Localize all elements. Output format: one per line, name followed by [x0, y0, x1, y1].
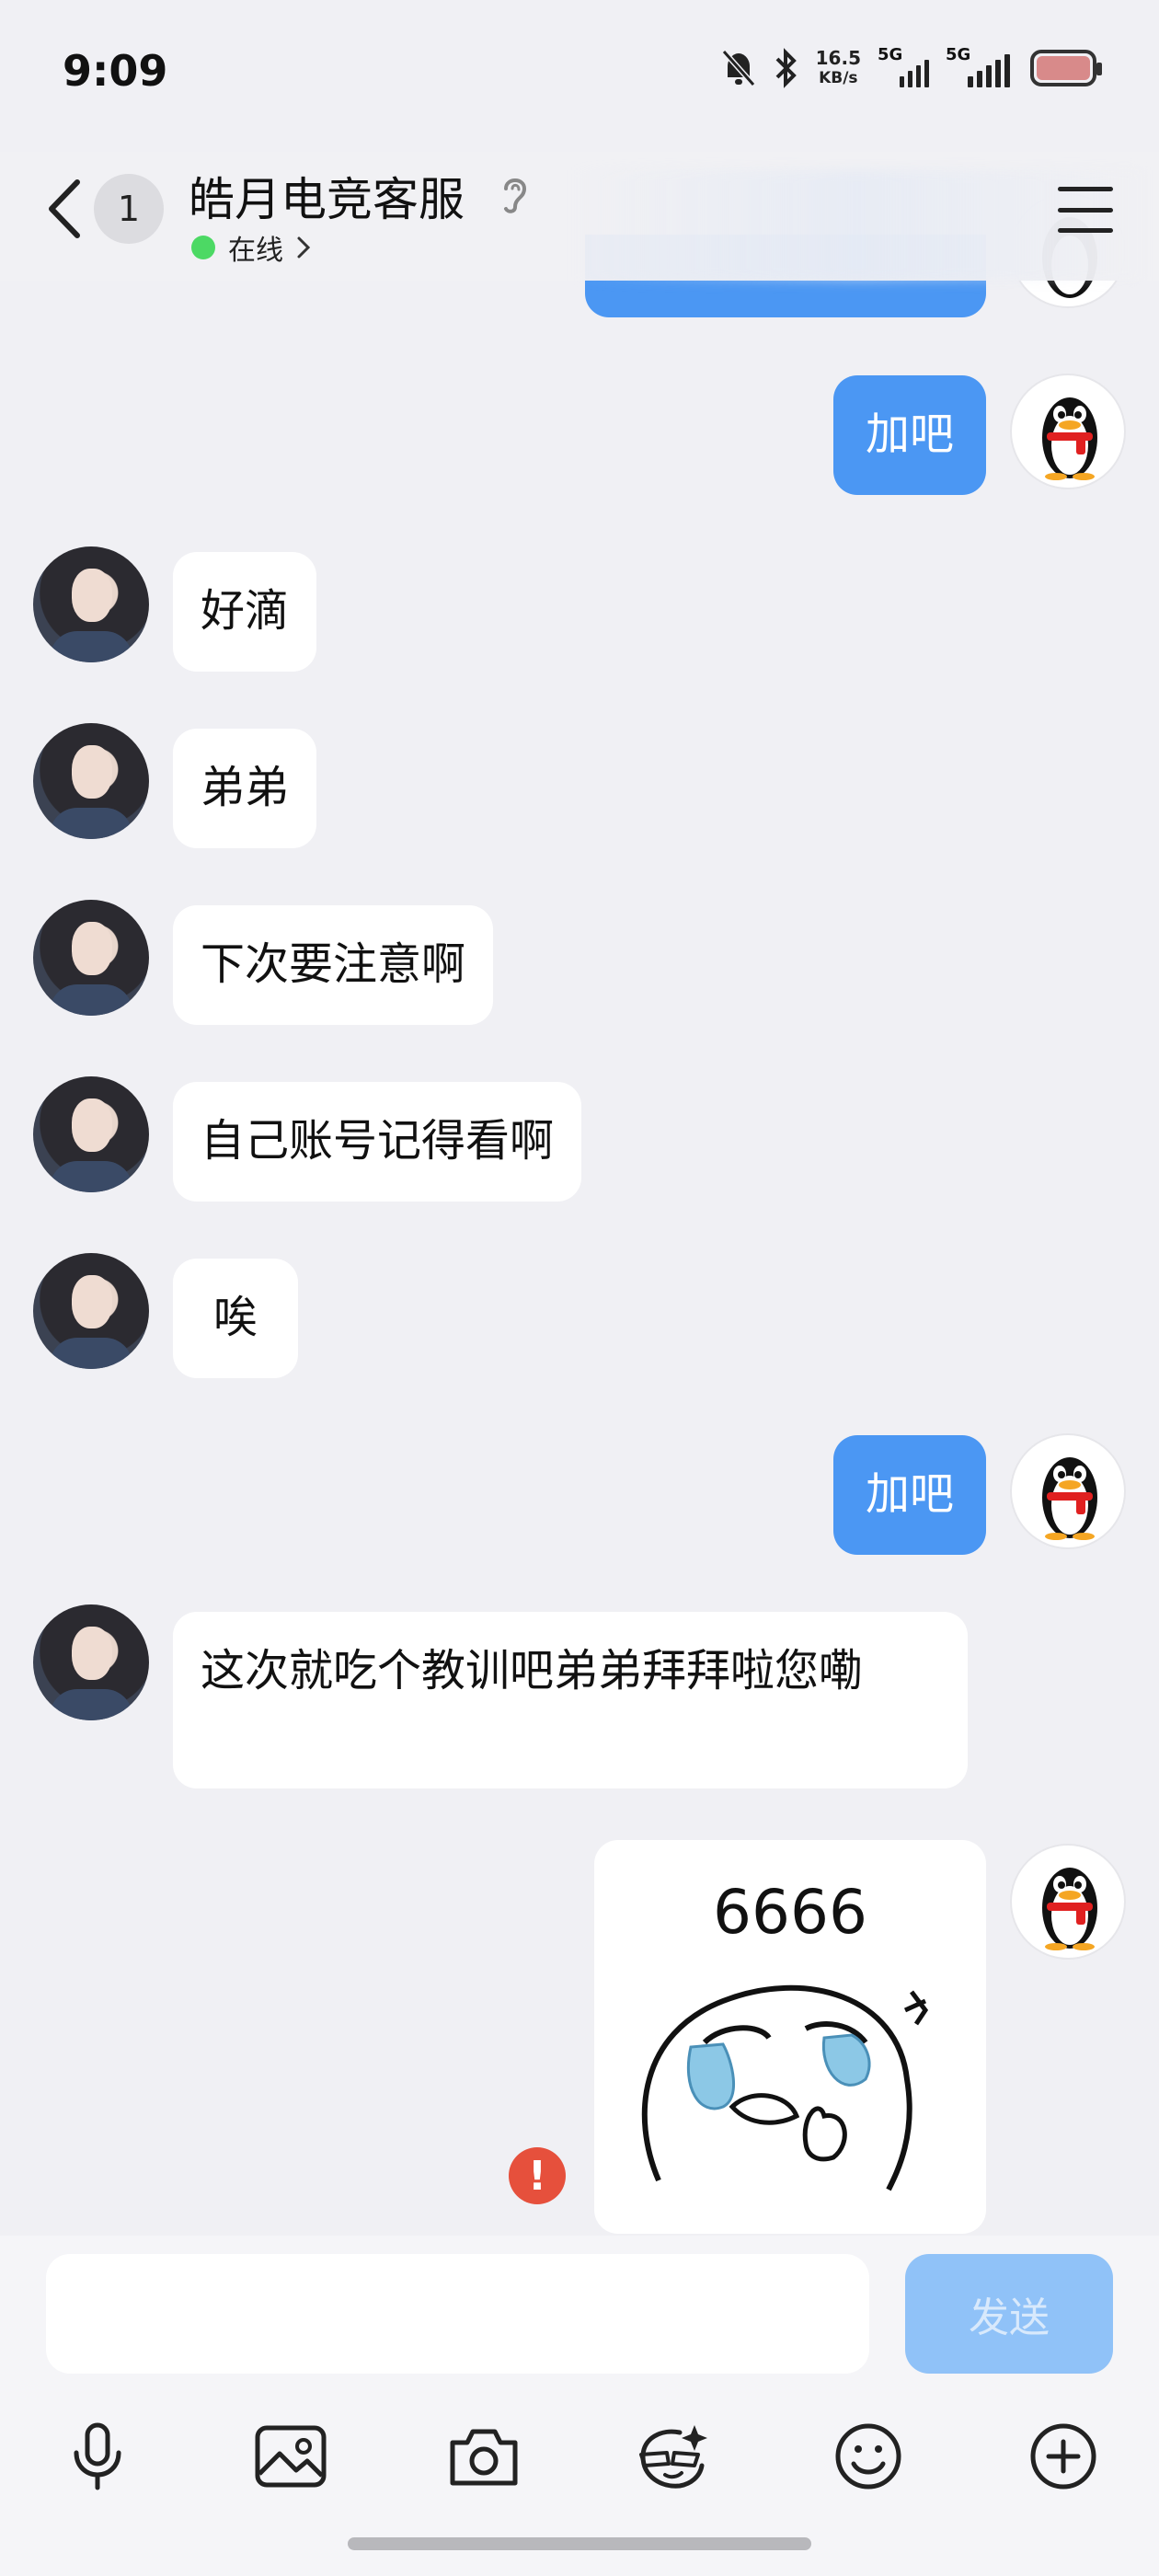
- signal-sim2-icon: 5G: [946, 45, 1014, 87]
- chat-header: 1 皓月电竞客服 在线: [0, 152, 1159, 281]
- contact-avatar[interactable]: [33, 546, 149, 662]
- battery-icon: [1030, 50, 1102, 86]
- my-avatar[interactable]: [1010, 1844, 1126, 1960]
- my-avatar[interactable]: [1010, 374, 1126, 489]
- message-bubble-received[interactable]: 自己账号记得看啊: [173, 1082, 582, 1202]
- qq-penguin-icon: [1042, 1868, 1097, 1950]
- status-time: 9:09: [63, 46, 168, 96]
- message-list[interactable]: 加吧 好滴 弟弟 下次要注意啊 自己账号记得看啊 唉 加吧 这次就吃个教训吧弟弟…: [0, 0, 1159, 2236]
- contact-avatar[interactable]: [33, 723, 149, 839]
- online-status[interactable]: 在线: [191, 227, 311, 268]
- camera-button[interactable]: [438, 2410, 530, 2502]
- ai-face-icon: [639, 2425, 707, 2489]
- crying-face-sticker-icon: [641, 1984, 929, 2191]
- ear-icon[interactable]: [497, 170, 534, 216]
- message-bubble-received[interactable]: 这次就吃个教训吧弟弟拜拜啦您嘞: [173, 1612, 968, 1788]
- bluetooth-icon: [775, 48, 797, 88]
- menu-button[interactable]: [1058, 187, 1113, 233]
- message-bubble-sent[interactable]: 加吧: [833, 375, 986, 495]
- image-icon: [255, 2425, 327, 2488]
- camera-icon: [450, 2429, 518, 2486]
- my-avatar[interactable]: [1010, 1433, 1126, 1549]
- qq-penguin-icon: [1042, 1457, 1097, 1540]
- online-status-label: 在线: [228, 235, 283, 267]
- network-speed: 16.5 KB/s: [815, 47, 861, 87]
- ai-face-button[interactable]: [627, 2410, 719, 2502]
- message-input[interactable]: [46, 2254, 869, 2374]
- qq-penguin-icon: [1042, 397, 1097, 480]
- message-bubble-received[interactable]: 唉: [173, 1259, 299, 1378]
- image-button[interactable]: [245, 2410, 337, 2502]
- plus-icon: [1030, 2423, 1096, 2490]
- back-button[interactable]: [37, 172, 92, 246]
- input-area: 发送: [0, 2236, 1159, 2576]
- contact-avatar[interactable]: [33, 900, 149, 1016]
- chat-title[interactable]: 皓月电竞客服: [189, 163, 465, 229]
- chat-screen: 加吧 好滴 弟弟 下次要注意啊 自己账号记得看啊 唉 加吧 这次就吃个教训吧弟弟…: [0, 0, 1159, 2576]
- home-indicator[interactable]: [348, 2537, 811, 2550]
- message-bubble-received[interactable]: 弟弟: [173, 729, 317, 848]
- chevron-right-icon: [297, 236, 311, 259]
- online-dot-icon: [191, 236, 215, 259]
- status-icons: 16.5 KB/s 5G 5G: [720, 45, 1102, 88]
- contact-avatar[interactable]: [33, 1604, 149, 1720]
- send-failed-icon[interactable]: !: [509, 2147, 566, 2204]
- contact-avatar[interactable]: [33, 1253, 149, 1369]
- message-bubble-received[interactable]: 好滴: [173, 552, 317, 672]
- unread-count-badge[interactable]: 1: [94, 174, 164, 244]
- signal-sim1-icon: 5G: [878, 45, 929, 87]
- message-bubble-sent[interactable]: 加吧: [833, 1435, 986, 1555]
- send-button[interactable]: 发送: [905, 2254, 1113, 2374]
- more-button[interactable]: [1017, 2410, 1109, 2502]
- input-toolbar: [0, 2410, 1159, 2521]
- status-bar: 9:09 16.5 KB/s 5G 5G: [0, 0, 1159, 152]
- sticker-message[interactable]: 6666: [594, 1840, 986, 2234]
- emoji-button[interactable]: [822, 2410, 914, 2502]
- microphone-icon: [74, 2422, 121, 2490]
- contact-avatar[interactable]: [33, 1076, 149, 1192]
- bell-muted-icon: [721, 50, 755, 86]
- emoji-icon: [835, 2423, 901, 2490]
- message-bubble-received[interactable]: 下次要注意啊: [173, 905, 494, 1025]
- microphone-button[interactable]: [52, 2410, 143, 2502]
- chevron-left-icon: [49, 179, 80, 238]
